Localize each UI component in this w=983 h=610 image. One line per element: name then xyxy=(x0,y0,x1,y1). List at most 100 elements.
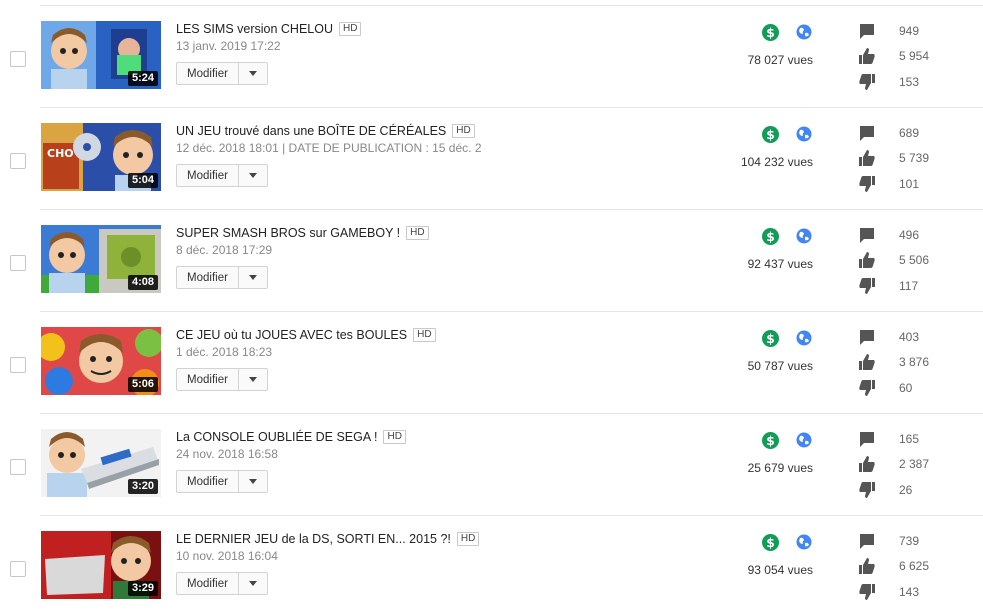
video-duration: 3:29 xyxy=(127,581,158,596)
comment-icon xyxy=(860,432,874,447)
like-icon xyxy=(859,150,875,166)
video-thumbnail[interactable]: CHO 5:04 xyxy=(41,123,161,191)
public-visibility-icon[interactable] xyxy=(796,330,812,346)
modifier-label: Modifier xyxy=(187,475,228,488)
public-visibility-icon[interactable] xyxy=(796,126,812,142)
dropdown-caret-icon[interactable] xyxy=(239,377,267,382)
like-icon xyxy=(859,252,875,268)
modifier-label: Modifier xyxy=(187,373,228,386)
comment-count: 165 xyxy=(899,432,920,446)
video-thumbnail[interactable]: 3:20 xyxy=(41,429,161,497)
video-row: 3:29 LE DERNIER JEU de la DS, SORTI EN..… xyxy=(0,516,983,610)
like-icon xyxy=(859,48,875,64)
dropdown-caret-icon[interactable] xyxy=(239,581,267,586)
dislike-count: 26 xyxy=(899,483,913,497)
video-select-checkbox[interactable] xyxy=(10,51,26,67)
dislike-icon xyxy=(859,380,875,396)
video-title-line: SUPER SMASH BROS sur GAMEBOY ! HD xyxy=(176,224,429,242)
like-count: 5 954 xyxy=(899,49,930,63)
video-select-checkbox[interactable] xyxy=(10,255,26,271)
monetization-icon[interactable]: $ xyxy=(762,534,779,551)
public-visibility-icon[interactable] xyxy=(796,432,812,448)
dropdown-caret-icon[interactable] xyxy=(239,479,267,484)
dislike-count: 143 xyxy=(899,585,920,599)
video-date: 1 déc. 2018 18:23 xyxy=(176,345,273,359)
public-visibility-icon[interactable] xyxy=(796,228,812,244)
view-count: 93 054 vues xyxy=(747,563,813,577)
modifier-button[interactable]: Modifier xyxy=(176,164,268,187)
view-count: 25 679 vues xyxy=(747,461,813,475)
dislike-icon xyxy=(859,74,875,90)
video-select-checkbox[interactable] xyxy=(10,561,26,577)
svg-text:$: $ xyxy=(766,536,775,550)
video-duration: 4:08 xyxy=(127,275,158,290)
video-select-checkbox[interactable] xyxy=(10,459,26,475)
public-visibility-icon[interactable] xyxy=(796,534,812,550)
modifier-label: Modifier xyxy=(187,577,228,590)
view-count: 50 787 vues xyxy=(747,359,813,373)
hd-badge: HD xyxy=(383,430,406,444)
video-title-line: LES SIMS version CHELOU HD xyxy=(176,20,362,38)
modifier-label: Modifier xyxy=(187,169,228,182)
like-count: 2 387 xyxy=(899,457,930,471)
video-row: 4:08 SUPER SMASH BROS sur GAMEBOY ! HD 8… xyxy=(0,210,983,312)
comment-icon xyxy=(860,24,874,39)
video-date: 12 déc. 2018 18:01 | DATE DE PUBLICATION… xyxy=(176,141,481,155)
modifier-button[interactable]: Modifier xyxy=(176,572,268,595)
modifier-button[interactable]: Modifier xyxy=(176,470,268,493)
video-duration: 3:20 xyxy=(127,479,158,494)
like-icon xyxy=(859,456,875,472)
video-row: 3:20 La CONSOLE OUBLIÉE DE SEGA ! HD 24 … xyxy=(0,414,983,516)
monetization-icon[interactable]: $ xyxy=(762,126,779,143)
modifier-label: Modifier xyxy=(187,271,228,284)
dislike-count: 60 xyxy=(899,381,913,395)
video-row: 5:06 CE JEU où tu JOUES AVEC tes BOULES … xyxy=(0,312,983,414)
monetization-icon[interactable]: $ xyxy=(762,330,779,347)
svg-text:$: $ xyxy=(766,230,775,244)
monetization-icon[interactable]: $ xyxy=(762,432,779,449)
dislike-count: 153 xyxy=(899,75,920,89)
comment-icon xyxy=(860,534,874,549)
video-thumbnail[interactable]: 5:06 xyxy=(41,327,161,395)
like-count: 5 506 xyxy=(899,253,930,267)
video-title[interactable]: LE DERNIER JEU de la DS, SORTI EN... 201… xyxy=(176,532,451,546)
modifier-button[interactable]: Modifier xyxy=(176,266,268,289)
video-thumbnail[interactable]: 5:24 xyxy=(41,21,161,89)
dislike-count: 101 xyxy=(899,177,920,191)
comment-icon xyxy=(860,330,874,345)
video-title[interactable]: SUPER SMASH BROS sur GAMEBOY ! xyxy=(176,226,400,240)
like-count: 3 876 xyxy=(899,355,930,369)
svg-text:$: $ xyxy=(766,128,775,142)
dislike-count: 117 xyxy=(899,279,919,293)
video-title[interactable]: UN JEU trouvé dans une BOÎTE DE CÉRÉALES xyxy=(176,124,446,138)
dropdown-caret-icon[interactable] xyxy=(239,173,267,178)
video-select-checkbox[interactable] xyxy=(10,153,26,169)
video-thumbnail[interactable]: 3:29 xyxy=(41,531,161,599)
public-visibility-icon[interactable] xyxy=(796,24,812,40)
video-title[interactable]: La CONSOLE OUBLIÉE DE SEGA ! xyxy=(176,430,377,444)
video-title[interactable]: LES SIMS version CHELOU xyxy=(176,22,333,36)
video-duration: 5:06 xyxy=(127,377,158,392)
video-row: CHO 5:04 UN JEU trouvé dans une BOÎTE DE… xyxy=(0,108,983,210)
hd-badge: HD xyxy=(406,226,429,240)
video-thumbnail[interactable]: 4:08 xyxy=(41,225,161,293)
video-title-line: LE DERNIER JEU de la DS, SORTI EN... 201… xyxy=(176,530,480,548)
like-count: 5 739 xyxy=(899,151,930,165)
video-row: 5:24 LES SIMS version CHELOU HD 13 janv.… xyxy=(0,6,983,108)
modifier-label: Modifier xyxy=(187,67,228,80)
video-title-line: La CONSOLE OUBLIÉE DE SEGA ! HD xyxy=(176,428,406,446)
dropdown-caret-icon[interactable] xyxy=(239,71,267,76)
video-date: 24 nov. 2018 16:58 xyxy=(176,447,278,461)
video-title-line: UN JEU trouvé dans une BOÎTE DE CÉRÉALES… xyxy=(176,122,475,140)
video-date: 8 déc. 2018 17:29 xyxy=(176,243,273,257)
svg-text:CHO: CHO xyxy=(47,147,74,160)
video-title[interactable]: CE JEU où tu JOUES AVEC tes BOULES xyxy=(176,328,407,342)
video-select-checkbox[interactable] xyxy=(10,357,26,373)
monetization-icon[interactable]: $ xyxy=(762,228,779,245)
view-count: 104 232 vues xyxy=(740,155,813,169)
dropdown-caret-icon[interactable] xyxy=(239,275,267,280)
monetization-icon[interactable]: $ xyxy=(762,24,779,41)
modifier-button[interactable]: Modifier xyxy=(176,368,268,391)
modifier-button[interactable]: Modifier xyxy=(176,62,268,85)
hd-badge: HD xyxy=(456,532,480,546)
